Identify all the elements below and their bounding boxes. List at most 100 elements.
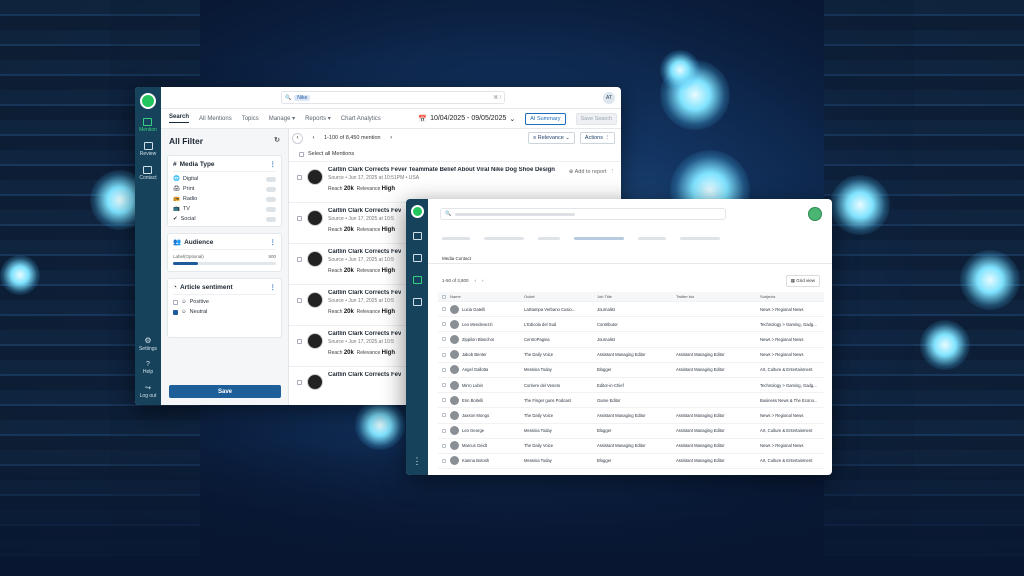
media-social[interactable]: ✔ Social xyxy=(173,216,276,222)
row-checkbox[interactable] xyxy=(442,307,446,312)
media-digital[interactable]: 🌐 Digital xyxy=(173,176,276,182)
reset-icon[interactable]: ↻ xyxy=(274,136,280,146)
chevron-right-icon[interactable]: › xyxy=(482,278,484,283)
save-button[interactable]: Save xyxy=(169,385,281,398)
nav-contact-2[interactable] xyxy=(412,276,422,284)
sort-dropdown[interactable]: ≡ Relevance ⌄ xyxy=(528,132,575,144)
chevron-left-icon[interactable]: ‹ xyxy=(308,133,319,144)
nav-review[interactable]: Review xyxy=(140,142,156,157)
nav-review-2[interactable] xyxy=(412,254,422,262)
table-row[interactable]: Kianna Botosh Messina Today Blogger Assista… xyxy=(438,454,824,470)
table-row[interactable]: Mirro Lubin Corriere del Veneto Editor-in-… xyxy=(438,378,824,394)
row-checkbox[interactable] xyxy=(442,458,446,463)
actions-button[interactable]: Actions ⋮ xyxy=(579,132,615,144)
neutral-icon: ☺ xyxy=(181,309,187,315)
mention-title[interactable]: Caitlin Clark Corrects Fev xyxy=(328,249,401,255)
avatar xyxy=(450,380,459,390)
table-row[interactable]: Leo George Messina Today Blogger Assistant … xyxy=(438,424,824,439)
sentiment-card: ◔ Article sentiment ⋮ ☺ Positive ☺ Neutral xyxy=(167,278,282,338)
table-row[interactable]: Angel Gallotta Messina Today Blogger Assist… xyxy=(438,363,824,378)
media-radio[interactable]: 📻 Radio xyxy=(173,196,276,202)
row-checkbox[interactable] xyxy=(442,428,446,433)
chevron-left-icon[interactable]: ‹ xyxy=(292,132,303,144)
tab-all-mentions[interactable]: All Mentions xyxy=(199,116,232,122)
mention-checkbox[interactable] xyxy=(297,216,302,221)
chevron-right-icon[interactable]: › xyxy=(386,133,397,144)
toggle[interactable] xyxy=(266,206,276,212)
avatar xyxy=(450,334,459,344)
toggle[interactable] xyxy=(266,216,276,222)
nav-mention-2[interactable] xyxy=(412,232,422,240)
avatar[interactable]: AT xyxy=(603,91,615,104)
row-checkbox[interactable] xyxy=(442,443,446,448)
cell: The Daily Voice xyxy=(524,412,554,418)
mention-title[interactable]: Caitlin Clark Corrects Fev xyxy=(328,372,401,378)
nav-settings[interactable]: ⚙ Settings xyxy=(139,336,157,352)
ai-summary-button[interactable]: AI Summary xyxy=(525,112,566,125)
drag-handle-icon[interactable]: ⋮ xyxy=(270,160,277,168)
cell: Assistant Managing Editor xyxy=(676,412,725,418)
mention-title[interactable]: Caitlin Clark Corrects Fev xyxy=(328,290,401,296)
filter-title: All Filter xyxy=(169,136,204,146)
mention-title[interactable]: Caitlin Clark Corrects Fever Teammate Be… xyxy=(328,167,555,173)
media-tv[interactable]: 📺 TV xyxy=(173,206,276,212)
table-row[interactable]: Jakob Benter The Daily Voice Assistant Man… xyxy=(438,348,824,363)
save-search-button[interactable]: Save Search xyxy=(575,112,617,125)
nav-help[interactable]: ? Help xyxy=(143,361,153,375)
toggle[interactable] xyxy=(266,186,276,192)
nav-contact[interactable]: Contact xyxy=(139,166,157,181)
mention-checkbox[interactable] xyxy=(297,380,302,385)
tab-search[interactable]: Search xyxy=(169,114,190,123)
tab-reports[interactable]: Reports ▾ xyxy=(305,115,331,122)
row-checkbox[interactable] xyxy=(442,398,446,403)
cell: Assistant Managing Editor xyxy=(676,352,725,358)
globe-icon: 🌐 xyxy=(173,176,180,182)
media-type-card: # Media Type ⋮ 🌐 Digital 🖨 Print 📻 Radio 📺 TV … xyxy=(167,155,282,227)
tab-topics[interactable]: Topics xyxy=(242,116,259,122)
mention-checkbox[interactable] xyxy=(297,339,302,344)
mention-checkbox[interactable] xyxy=(297,175,302,180)
tab-chart-analytics[interactable]: Chart Analytics xyxy=(341,116,381,122)
sentiment-positive[interactable]: ☺ Positive xyxy=(173,299,276,305)
search-input-2[interactable]: 🔍 xyxy=(440,208,726,220)
row-checkbox[interactable] xyxy=(442,322,446,327)
table-row[interactable]: Erin Boitelli The Finger guns Podcast Game… xyxy=(438,393,824,409)
add-to-report-button[interactable]: ⊕ Add to report ⋮ xyxy=(569,167,615,202)
table-row[interactable]: Jaxson Mongo The Daily Voice Assistant Man… xyxy=(438,408,824,424)
row-checkbox[interactable] xyxy=(442,413,446,418)
chevron-left-icon[interactable]: ‹ xyxy=(475,278,477,283)
table-row[interactable]: Lucia Gatelli LaStampa Verbano Cusio... Jo… xyxy=(438,302,824,318)
cell: The Finger guns Podcast xyxy=(524,397,571,403)
search-chip[interactable]: Nike xyxy=(294,94,311,101)
table-row[interactable]: Marcus Geidt The Daily Voice Assistant Man… xyxy=(438,439,824,454)
contact-icon xyxy=(143,166,153,174)
table-row[interactable]: Zippilon Blanchor CentroPagina Journalist N… xyxy=(438,332,824,348)
audience-slider[interactable] xyxy=(173,262,276,265)
more-icon[interactable]: ⋮ xyxy=(413,456,422,467)
mention-title[interactable]: Caitlin Clark Corrects Fev xyxy=(328,331,401,337)
row-checkbox[interactable] xyxy=(442,337,446,342)
media-print[interactable]: 🖨 Print xyxy=(173,186,276,192)
cell: Journalist xyxy=(597,306,615,312)
row-checkbox[interactable] xyxy=(442,352,446,357)
mention-checkbox[interactable] xyxy=(297,257,302,262)
toggle[interactable] xyxy=(266,196,276,202)
toggle[interactable] xyxy=(266,176,276,182)
select-all-checkbox[interactable] xyxy=(299,151,304,157)
nav-image-2[interactable] xyxy=(412,298,422,306)
sentiment-neutral[interactable]: ☺ Neutral xyxy=(173,309,276,315)
date-range-picker[interactable]: 📅 10/04/2025 - 09/05/2025 ⌄ xyxy=(418,115,515,123)
row-checkbox[interactable] xyxy=(442,367,446,372)
cell: Messina Today xyxy=(524,367,552,373)
mention-title[interactable]: Caitlin Clark Corrects Fev xyxy=(328,208,401,214)
grid-view-button[interactable]: ▦ Grid view xyxy=(785,275,820,287)
nav-logout[interactable]: ↪ Log out xyxy=(140,384,157,399)
tab-manage[interactable]: Manage ▾ xyxy=(269,115,295,122)
table-row[interactable]: Leo Mendevezzi L'Edicola del Sud Contribut… xyxy=(438,317,824,333)
search-input[interactable]: 🔍 Nike ⌘ / xyxy=(281,91,505,104)
mention-checkbox[interactable] xyxy=(297,298,302,303)
nav-mention[interactable]: Mention xyxy=(139,118,157,133)
avatar[interactable] xyxy=(808,207,822,221)
row-checkbox[interactable] xyxy=(442,383,446,388)
mention-item[interactable]: Caitlin Clark Corrects Fever Teammate Be… xyxy=(289,161,621,202)
